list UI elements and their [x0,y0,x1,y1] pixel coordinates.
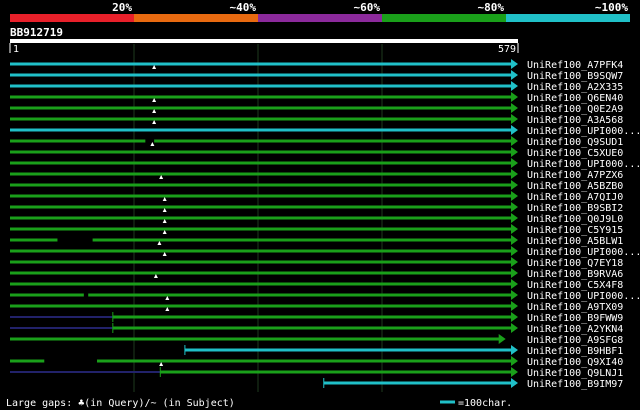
hit-arrow-8 [511,147,518,157]
identity-segment-3 [382,14,506,22]
identity-label-0: 20% [112,1,132,14]
hit-arrow-24 [511,323,518,333]
hit-label-7: UniRef100_Q9SUD1 [527,137,623,148]
hit-arrow-10 [511,169,518,179]
hit-label-8: UniRef100_C5XUE0 [527,148,623,159]
footer-legend-text: Large gaps: ♣(in Query)/~ (in Subject) [6,398,235,409]
hit-arrow-28 [511,367,518,377]
hit-label-28: UniRef100_Q9LNJ1 [527,368,623,379]
hit-label-15: UniRef100_C5Y915 [527,225,623,236]
hit-arrow-21 [511,290,518,300]
identity-label-2: ~60% [354,1,381,14]
hit-arrow-4 [511,103,518,113]
identity-segment-2 [258,14,382,22]
hit-label-2: UniRef100_A2X335 [527,82,623,93]
identity-segment-1 [134,14,258,22]
hit-label-27: UniRef100_Q9XI40 [527,357,623,368]
blast-alignment-chart: 20% ~40% ~60% ~80% ~100% BB912719 1 579 UniRe… [6,1,640,409]
hit-label-20: UniRef100_C5X4F8 [527,280,623,291]
hit-arrow-14 [511,213,518,223]
hit-gap-marker-14 [162,219,167,223]
hit-arrow-20 [511,279,518,289]
hit-gap-marker-19 [153,274,158,278]
hit-gap-marker-17 [162,252,167,256]
hit-label-1: UniRef100_B9SQW7 [527,71,623,82]
hit-gap-marker-4 [152,109,157,113]
footer-scale-text: =100char. [458,398,512,409]
query-start-label: 1 [13,44,19,55]
hit-arrow-2 [511,81,518,91]
identity-color-scale [10,14,630,22]
hit-arrow-6 [511,125,518,135]
hit-label-19: UniRef100_B9RVA6 [527,269,623,280]
hit-arrow-13 [511,202,518,212]
hit-gap-marker-12 [162,197,167,201]
hit-label-6: UniRef100_UPI000... [527,126,640,137]
hit-label-23: UniRef100_B9FWW9 [527,313,623,324]
hit-gap-marker-3 [152,98,157,102]
hit-arrow-5 [511,114,518,124]
hit-label-11: UniRef100_A5BZB0 [527,181,623,192]
hit-arrow-3 [511,92,518,102]
hit-label-26: UniRef100_B9HBF1 [527,346,623,357]
hit-label-16: UniRef100_A5BLW1 [527,236,623,247]
hit-label-25: UniRef100_A9SFG8 [527,335,623,346]
hit-arrow-26 [511,345,518,355]
hit-label-21: UniRef100_UPI000... [527,291,640,302]
hit-label-3: UniRef100_Q6EN40 [527,93,623,104]
hit-label-4: UniRef100_Q0E2A9 [527,104,623,115]
hit-label-22: UniRef100_A9TX09 [527,302,623,313]
hit-arrow-7 [511,136,518,146]
hit-arrow-27 [511,356,518,366]
query-sequence-bar: 1 579 [9,39,519,55]
hit-gap-marker-21 [165,296,170,300]
hit-arrow-11 [511,180,518,190]
hit-label-17: UniRef100_UPI000... [527,247,640,258]
hit-label-0: UniRef100_A7PFK4 [527,60,623,71]
query-bar-fill [10,39,518,43]
identity-scale-labels: 20% ~40% ~60% ~80% ~100% [112,1,628,14]
hit-label-24: UniRef100_A2YKN4 [527,324,623,335]
query-id-label: BB912719 [10,26,63,39]
hit-label-5: UniRef100_A3A568 [527,115,623,126]
hit-gap-marker-27 [159,362,164,366]
hit-arrow-0 [511,59,518,69]
identity-segment-4 [506,14,630,22]
hit-label-12: UniRef100_A7QIJ0 [527,192,623,203]
hit-label-10: UniRef100_A7PZX6 [527,170,623,181]
hit-arrow-1 [511,70,518,80]
hit-label-14: UniRef100_Q0J9L0 [527,214,623,225]
hit-arrow-16 [511,235,518,245]
hit-gap-marker-22 [165,307,170,311]
hit-gap-marker-10 [159,175,164,179]
hit-arrow-18 [511,257,518,267]
identity-label-3: ~80% [478,1,505,14]
hit-label-9: UniRef100_UPI000... [527,159,640,170]
chart-footer: Large gaps: ♣(in Query)/~ (in Subject) =1… [6,398,512,409]
hit-arrow-22 [511,301,518,311]
hit-label-18: UniRef100_Q7EY18 [527,258,623,269]
identity-label-1: ~40% [230,1,257,14]
hit-gap-marker-15 [162,230,167,234]
hit-arrow-29 [511,378,518,388]
hit-gap-marker-13 [162,208,167,212]
hit-gap-marker-7 [150,142,155,146]
hit-gap-marker-5 [152,120,157,124]
hit-labels: UniRef100_A7PFK4UniRef100_B9SQW7UniRef10… [527,60,640,390]
hit-arrow-9 [511,158,518,168]
hit-label-13: UniRef100_B9SBI2 [527,203,623,214]
identity-label-4: ~100% [595,1,628,14]
query-end-label: 579 [498,44,516,55]
hit-gap-marker-0 [152,65,157,69]
hit-arrow-25 [498,334,506,344]
hit-gap-marker-16 [157,241,162,245]
hit-label-29: UniRef100_B9IM97 [527,379,623,390]
hit-arrow-12 [511,191,518,201]
hit-arrow-19 [511,268,518,278]
hit-arrow-17 [511,246,518,256]
hit-arrow-23 [511,312,518,322]
identity-segment-0 [10,14,134,22]
hit-arrow-15 [511,224,518,234]
hit-alignments [10,59,518,388]
